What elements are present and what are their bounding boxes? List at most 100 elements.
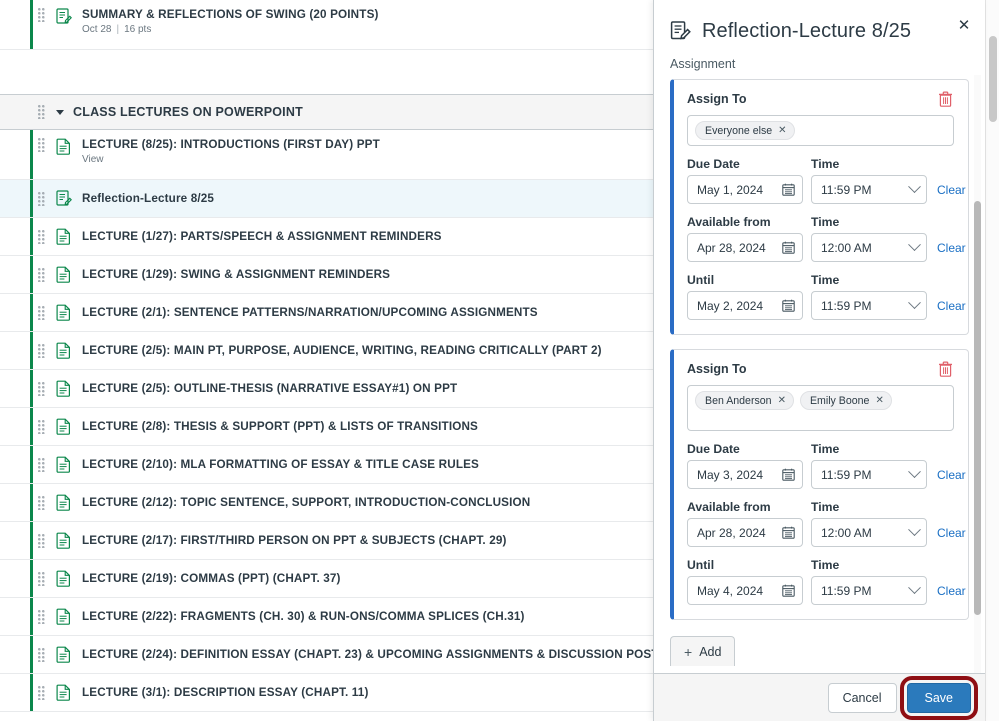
add-card-row: + Add: [670, 634, 969, 666]
time-select[interactable]: 12:00 AM: [811, 233, 927, 262]
x-icon[interactable]: ✕: [778, 395, 786, 406]
module-item-title[interactable]: SUMMARY & REFLECTIONS OF SWING (20 POINT…: [82, 8, 379, 21]
date-time-row: Until Time May 4, 2024 11:59 PM Clear: [687, 558, 966, 605]
drag-handle-icon[interactable]: [38, 305, 46, 320]
x-icon[interactable]: ✕: [875, 395, 883, 406]
drag-handle-icon[interactable]: [38, 138, 46, 152]
time-select[interactable]: 12:00 AM: [811, 518, 927, 547]
calendar-icon[interactable]: [782, 299, 795, 312]
assignee-token[interactable]: Ben Anderson ✕: [695, 391, 794, 410]
drag-handle-icon[interactable]: [38, 685, 46, 700]
date-input[interactable]: May 3, 2024: [687, 460, 803, 489]
page-icon: [56, 138, 70, 155]
date-time-row: Available from Time Apr 28, 2024 12:00 AM C…: [687, 500, 966, 547]
drag-handle-icon[interactable]: [38, 609, 46, 624]
time-select[interactable]: 11:59 PM: [811, 576, 927, 605]
time-field-label: Time: [811, 157, 840, 171]
module-item-title[interactable]: LECTURE (2/12): TOPIC SENTENCE, SUPPORT,…: [82, 496, 530, 509]
date-input[interactable]: May 4, 2024: [687, 576, 803, 605]
drag-handle-icon[interactable]: [38, 267, 46, 282]
page-icon: [56, 304, 70, 321]
module-item-title[interactable]: LECTURE (8/25): INTRODUCTIONS (FIRST DAY…: [82, 138, 380, 151]
module-item-title[interactable]: LECTURE (2/17): FIRST/THIRD PERSON ON PP…: [82, 534, 507, 547]
drag-handle-icon[interactable]: [38, 343, 46, 358]
module-item-title[interactable]: LECTURE (3/1): DESCRIPTION ESSAY (CHAPT.…: [82, 686, 369, 699]
page-scrollbar-thumb[interactable]: [989, 36, 997, 122]
calendar-icon[interactable]: [782, 526, 795, 539]
close-icon[interactable]: ✕: [953, 14, 975, 36]
add-assignment-override-button[interactable]: + Add: [670, 636, 736, 666]
clear-link[interactable]: Clear: [937, 468, 966, 482]
date-input[interactable]: May 2, 2024: [687, 291, 803, 320]
chevron-down-icon[interactable]: [908, 523, 921, 537]
page-icon: [56, 646, 70, 663]
date-input-value: May 1, 2024: [697, 182, 764, 197]
tray-scrollbar-thumb[interactable]: [974, 201, 981, 615]
clear-link[interactable]: Clear: [937, 241, 966, 255]
save-button[interactable]: Save: [906, 682, 971, 713]
delete-card-button[interactable]: [936, 90, 954, 108]
drag-handle-icon[interactable]: [38, 495, 46, 510]
assign-to-input[interactable]: Ben Anderson ✕ Emily Boone ✕: [687, 385, 954, 431]
module-item-title[interactable]: LECTURE (2/22): FRAGMENTS (CH. 30) & RUN…: [82, 610, 525, 623]
module-item-title[interactable]: LECTURE (2/24): DEFINITION ESSAY (CHAPT.…: [82, 648, 659, 661]
trash-icon: [938, 361, 952, 377]
module-item-title[interactable]: LECTURE (1/27): PARTS/SPEECH & ASSIGNMEN…: [82, 230, 442, 243]
chevron-down-icon[interactable]: [908, 296, 921, 310]
drag-handle-icon[interactable]: [38, 229, 46, 244]
module-item-title[interactable]: Reflection-Lecture 8/25: [82, 192, 214, 205]
clear-link[interactable]: Clear: [937, 299, 966, 313]
date-input-value: May 4, 2024: [697, 583, 764, 598]
cancel-button[interactable]: Cancel: [827, 682, 897, 713]
date-input-value: May 3, 2024: [697, 467, 764, 482]
drag-handle-icon[interactable]: [38, 647, 46, 662]
drag-handle-icon[interactable]: [38, 191, 46, 206]
module-item-title[interactable]: LECTURE (2/5): OUTLINE-THESIS (NARRATIVE…: [82, 382, 457, 395]
assign-to-input[interactable]: Everyone else ✕: [687, 115, 954, 146]
calendar-icon[interactable]: [782, 584, 795, 597]
module-item-title[interactable]: LECTURE (1/29): SWING & ASSIGNMENT REMIN…: [82, 268, 390, 281]
time-select-value: 12:00 AM: [821, 525, 872, 540]
chevron-down-icon[interactable]: [908, 238, 921, 252]
drag-handle-icon[interactable]: [38, 105, 46, 119]
time-select[interactable]: 11:59 PM: [811, 460, 927, 489]
date-input[interactable]: Apr 28, 2024: [687, 518, 803, 547]
page-scrollbar[interactable]: [985, 0, 999, 721]
date-input-value: May 2, 2024: [697, 298, 764, 313]
drag-handle-icon[interactable]: [38, 571, 46, 586]
assignee-token[interactable]: Emily Boone ✕: [799, 391, 892, 410]
drag-handle-icon[interactable]: [38, 533, 46, 548]
date-time-row: Due Date Time May 3, 2024 11:59 PM Clear: [687, 442, 966, 489]
calendar-icon[interactable]: [782, 183, 795, 196]
time-select[interactable]: 11:59 PM: [811, 175, 927, 204]
tray-scrollbar[interactable]: [971, 75, 983, 673]
drag-handle-icon[interactable]: [38, 381, 46, 396]
module-item-title[interactable]: LECTURE (2/19): COMMAS (PPT) (CHAPT. 37): [82, 572, 341, 585]
page-icon: [56, 570, 70, 587]
delete-card-button[interactable]: [936, 360, 954, 378]
drag-handle-icon[interactable]: [38, 457, 46, 472]
module-item-title[interactable]: LECTURE (2/10): MLA FORMATTING OF ESSAY …: [82, 458, 479, 471]
date-input[interactable]: May 1, 2024: [687, 175, 803, 204]
x-icon[interactable]: ✕: [778, 125, 786, 136]
module-item-title[interactable]: LECTURE (2/1): SENTENCE PATTERNS/NARRATI…: [82, 306, 538, 319]
time-select[interactable]: 11:59 PM: [811, 291, 927, 320]
drag-handle-icon[interactable]: [38, 8, 46, 22]
page-icon: [56, 228, 70, 245]
chevron-down-icon[interactable]: [908, 581, 921, 595]
clear-link[interactable]: Clear: [937, 584, 966, 598]
date-input[interactable]: Apr 28, 2024: [687, 233, 803, 262]
clear-link[interactable]: Clear: [937, 183, 966, 197]
module-item-title[interactable]: LECTURE (2/5): MAIN PT, PURPOSE, AUDIENC…: [82, 344, 602, 357]
assign-to-label: Assign To: [687, 92, 747, 106]
chevron-down-icon[interactable]: [908, 180, 921, 194]
caret-down-icon[interactable]: [56, 109, 64, 115]
assignee-token[interactable]: Everyone else ✕: [695, 121, 795, 140]
chevron-down-icon[interactable]: [908, 465, 921, 479]
calendar-icon[interactable]: [782, 241, 795, 254]
calendar-icon[interactable]: [782, 468, 795, 481]
module-item-title[interactable]: LECTURE (2/8): THESIS & SUPPORT (PPT) & …: [82, 420, 478, 433]
module-item-subtext[interactable]: View: [82, 154, 380, 165]
clear-link[interactable]: Clear: [937, 526, 966, 540]
drag-handle-icon[interactable]: [38, 419, 46, 434]
